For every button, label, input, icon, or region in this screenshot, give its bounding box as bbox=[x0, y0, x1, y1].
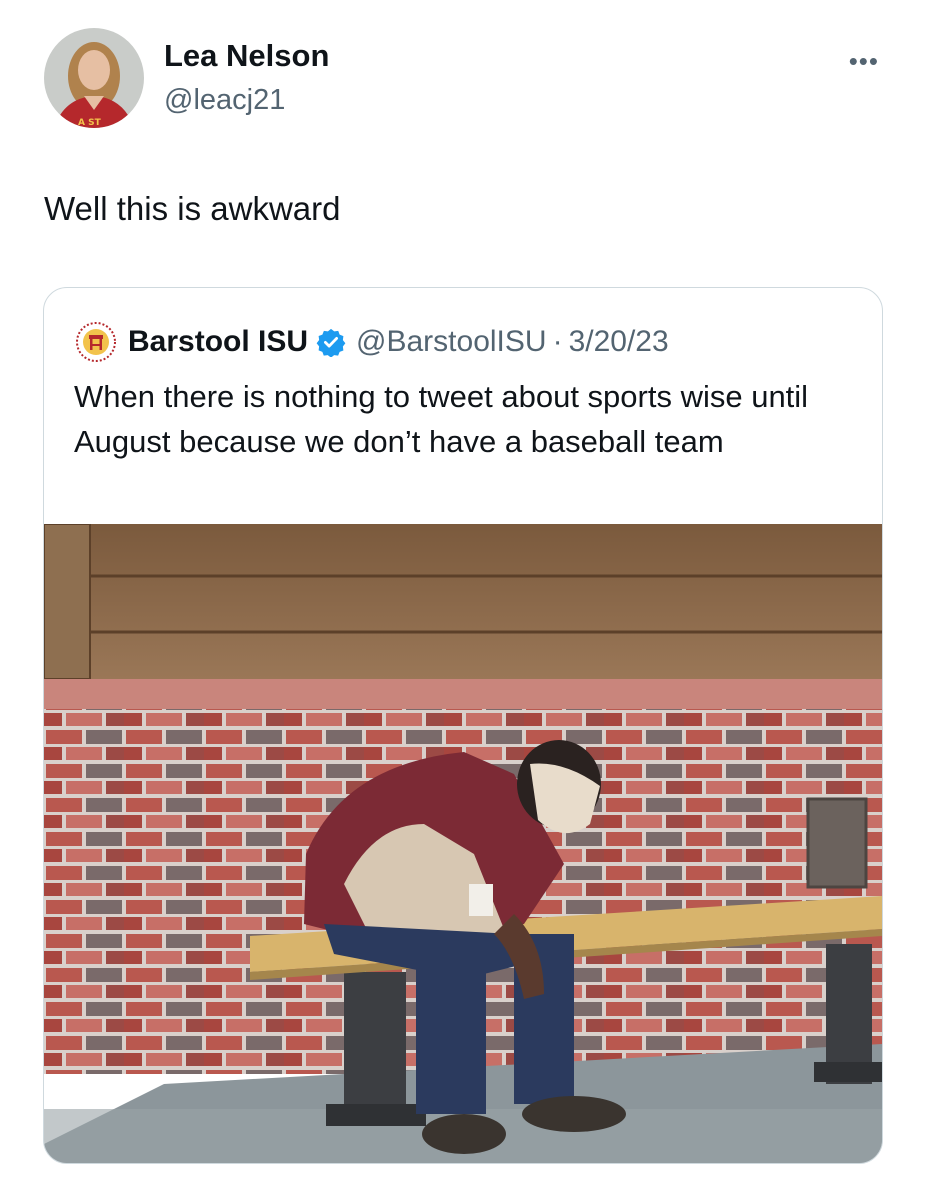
author-handle[interactable]: @leacj21 bbox=[164, 84, 285, 117]
quoted-author-handle[interactable]: @BarstoolISU bbox=[356, 325, 547, 359]
quoted-tweet[interactable]: Barstool ISU @BarstoolISU · 3/20/23 When… bbox=[43, 287, 883, 1164]
quoted-tweet-text: When there is nothing to tweet about spo… bbox=[74, 379, 809, 459]
quoted-tweet-header: Barstool ISU @BarstoolISU · 3/20/23 bbox=[76, 322, 669, 362]
avatar-jersey-text: A ST bbox=[78, 118, 102, 128]
more-options-icon[interactable]: ••• bbox=[849, 46, 879, 77]
tweet-text: Well this is awkward bbox=[44, 190, 341, 227]
avatar-image: A ST bbox=[44, 28, 144, 128]
barstool-logo-icon[interactable] bbox=[76, 322, 116, 362]
quoted-date[interactable]: 3/20/23 bbox=[569, 325, 669, 359]
quoted-author-name[interactable]: Barstool ISU bbox=[128, 325, 308, 359]
author-name[interactable]: Lea Nelson bbox=[164, 38, 329, 74]
separator-dot: · bbox=[552, 325, 563, 358]
quoted-tweet-photo[interactable] bbox=[44, 524, 882, 1164]
wall-vent bbox=[806, 797, 868, 889]
verified-badge-icon bbox=[316, 328, 346, 357]
avatar[interactable]: A ST bbox=[44, 28, 144, 128]
